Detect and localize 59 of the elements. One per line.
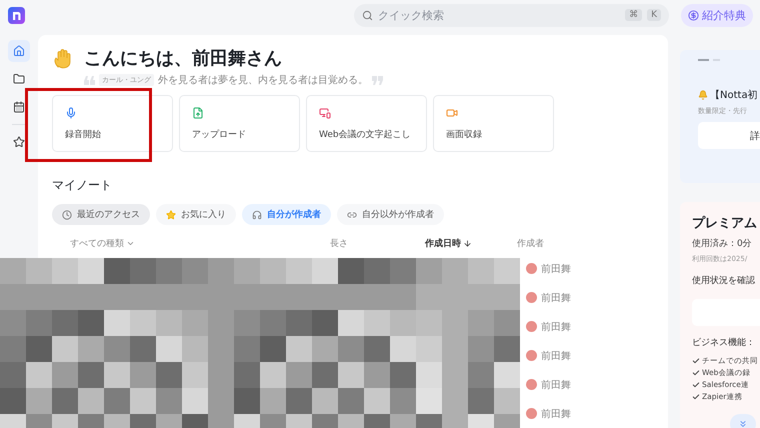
details-button[interactable]: 詳 bbox=[698, 122, 760, 149]
usage-text: 使用済み：0分 bbox=[692, 238, 753, 250]
folder-icon bbox=[13, 73, 25, 85]
column-header[interactable]: すべての種類 bbox=[70, 237, 330, 250]
filter-chip[interactable]: お気に入り bbox=[156, 204, 236, 225]
quote-text: 外を見る者は夢を見、内を見る者は目覚める。 bbox=[158, 74, 368, 87]
creator-name: 前田舞 bbox=[541, 262, 571, 276]
arrow-down-icon bbox=[463, 239, 472, 248]
headphones-icon bbox=[252, 210, 262, 220]
creator-name: 前田舞 bbox=[541, 350, 571, 362]
file-upload-icon bbox=[192, 106, 204, 118]
usage-link[interactable]: 使用状況を確認 bbox=[692, 274, 760, 287]
quote-mark-icon bbox=[372, 76, 383, 84]
star-icon bbox=[13, 136, 25, 148]
avatar bbox=[526, 292, 537, 303]
filter-chip[interactable]: 自分が作成者 bbox=[242, 204, 331, 225]
plan-title: プレミアム bbox=[692, 214, 758, 232]
creator-name: 前田舞 bbox=[541, 292, 571, 304]
section-title: マイノート bbox=[52, 177, 113, 194]
carousel-dots-icon[interactable] bbox=[698, 58, 720, 62]
column-header[interactable]: 作成者 bbox=[517, 237, 597, 250]
link-icon bbox=[347, 210, 357, 220]
column-header[interactable]: 長さ bbox=[330, 237, 425, 250]
filter-chip[interactable]: 最近のアクセス bbox=[52, 204, 150, 225]
quote-mark-icon bbox=[84, 76, 95, 84]
shortcut-key: ⌘ bbox=[625, 9, 642, 21]
action-card[interactable]: アップロード bbox=[179, 95, 300, 152]
video-camera-icon bbox=[446, 106, 458, 118]
column-header[interactable]: 作成日時 bbox=[425, 237, 517, 250]
clock-icon bbox=[62, 210, 72, 220]
creator-name: 前田舞 bbox=[541, 378, 571, 392]
calendar-icon bbox=[13, 101, 25, 113]
search-icon bbox=[362, 10, 373, 20]
filter-chip[interactable]: 自分以外が作成者 bbox=[337, 204, 444, 225]
chevrons-down-icon bbox=[738, 419, 748, 428]
search-input[interactable]: クイック検索 bbox=[378, 8, 620, 22]
avatar bbox=[526, 321, 537, 332]
microphone-icon bbox=[65, 106, 77, 118]
action-card[interactable]: 画面収録 bbox=[433, 95, 554, 152]
creator-name: 前田舞 bbox=[541, 408, 571, 420]
app-logo[interactable] bbox=[8, 6, 25, 24]
star-icon bbox=[166, 210, 176, 220]
creator-name: 前田舞 bbox=[541, 320, 571, 334]
avatar bbox=[526, 350, 537, 361]
bell-icon bbox=[698, 90, 708, 100]
referral-button[interactable]: 紹介特典 bbox=[681, 4, 753, 26]
avatar bbox=[526, 263, 537, 274]
action-card[interactable]: Web会議の文字起こし bbox=[306, 95, 427, 152]
section-label: ビジネス機能： bbox=[692, 336, 756, 349]
search-bar[interactable]: クイック検索 ⌘ K bbox=[354, 4, 669, 26]
home-icon bbox=[13, 45, 25, 57]
avatar bbox=[526, 379, 537, 390]
avatar bbox=[526, 408, 537, 419]
dollar-icon bbox=[688, 10, 699, 20]
shortcut-key: K bbox=[647, 9, 661, 21]
announcement-title: 【Notta初 bbox=[710, 88, 758, 102]
greeting-title: こんにちは、前田舞さん bbox=[84, 47, 282, 71]
action-card[interactable]: 録音開始 bbox=[52, 95, 173, 152]
chevron-down-icon bbox=[126, 239, 135, 248]
